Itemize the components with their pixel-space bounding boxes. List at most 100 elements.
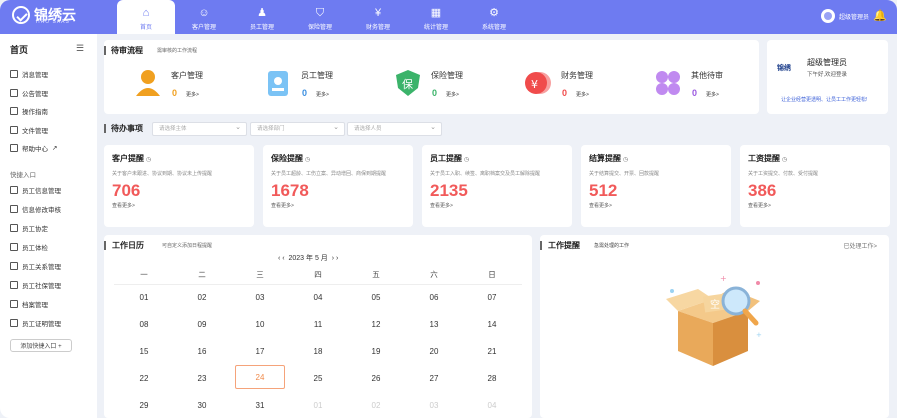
filter-select-1[interactable]: 请选择部门 [250, 122, 345, 136]
calendar-day[interactable]: 18 [289, 340, 347, 362]
nav-item-0[interactable]: ⌂ 首页 [117, 0, 175, 34]
calendar-day[interactable]: 30 [173, 394, 231, 416]
quick-item-icon [10, 300, 18, 308]
calendar-day[interactable]: 14 [463, 313, 521, 335]
prev-month-button[interactable]: ‹ ‹ [278, 255, 285, 262]
calendar-day[interactable]: 07 [463, 286, 521, 308]
nav-item-3[interactable]: ⛉ 保险管理 [291, 0, 349, 34]
bell-icon[interactable]: 🔔 [873, 9, 887, 22]
flow-item-4[interactable]: 其他待审 0 更多> [654, 68, 764, 108]
menu-item-icon [10, 126, 18, 134]
calendar-day[interactable]: 26 [347, 367, 405, 389]
calendar-day[interactable]: 06 [405, 286, 463, 308]
employee-card-icon [264, 68, 292, 98]
calendar-day[interactable]: 09 [173, 313, 231, 335]
calendar-day[interactable]: 05 [347, 286, 405, 308]
clock-icon: ◷ [782, 157, 788, 163]
quick-item-4[interactable]: 员工关系管理 [10, 260, 61, 272]
calendar-day[interactable]: 01 [115, 286, 173, 308]
todo-card-4[interactable]: 工资提醒 ◷ 关于工资提交、付款、受付提醒 386 查看更多> [740, 145, 890, 227]
flow-more-link[interactable]: 更多> [446, 91, 459, 98]
nav-item-2[interactable]: ♟ 员工管理 [233, 0, 291, 34]
calendar-day[interactable]: 11 [289, 313, 347, 335]
calendar-day[interactable]: 31 [231, 394, 289, 416]
calendar-day[interactable]: 02 [347, 394, 405, 416]
calendar-day[interactable]: 10 [231, 313, 289, 335]
quick-item-0[interactable]: 员工信息管理 [10, 184, 61, 196]
menu-fold-icon[interactable]: ☰ [76, 43, 84, 54]
logo-mark-icon [12, 6, 30, 24]
calendar-day[interactable]: 25 [289, 367, 347, 389]
nav-item-4[interactable]: ¥ 财务管理 [349, 0, 407, 34]
calendar-day[interactable]: 22 [115, 367, 173, 389]
quick-item-2[interactable]: 员工协定 [10, 222, 48, 234]
flow-more-link[interactable]: 更多> [316, 91, 329, 98]
sidebar-item-label: 消息管理 [22, 72, 48, 79]
todo-card-2[interactable]: 员工提醒 ◷ 关于员工入职、续签、离职档案交及员工解除提醒 2135 查看更多> [422, 145, 572, 227]
user-menu[interactable]: 超级管理员 [820, 9, 869, 23]
top-bar: 锦绣云 HRO SAAS ⌂ 首页 ☺ 客户管理 ♟ 员工管理 ⛉ 保险管理 ¥ 财务管理 ▦ 统计管… [0, 0, 897, 34]
flow-more-link[interactable]: 更多> [706, 91, 719, 98]
calendar-day[interactable]: 04 [289, 286, 347, 308]
nav-item-5[interactable]: ▦ 统计管理 [407, 0, 465, 34]
calendar-day[interactable]: 28 [463, 367, 521, 389]
calendar-day[interactable]: 20 [405, 340, 463, 362]
calendar-day[interactable]: 13 [405, 313, 463, 335]
todo-card-count: 706 [112, 181, 141, 200]
sidebar-item-1[interactable]: 公告管理 [10, 87, 48, 99]
quick-item-5[interactable]: 员工社保管理 [10, 279, 61, 291]
done-work-link[interactable]: 已处理工作> [843, 241, 877, 250]
insurance-shield-icon: 保 [394, 68, 422, 98]
flow-item-2[interactable]: 保 保险管理 0 更多> [394, 68, 504, 108]
calendar-day[interactable]: 29 [115, 394, 173, 416]
todo-card-more-link[interactable]: 查看更多> [589, 202, 612, 209]
calendar-today[interactable]: 24 [235, 365, 285, 389]
filter-select-2[interactable]: 请选择人员 [347, 122, 442, 136]
todo-card-more-link[interactable]: 查看更多> [748, 202, 771, 209]
calendar-day[interactable]: 27 [405, 367, 463, 389]
quick-item-3[interactable]: 员工体检 [10, 241, 48, 253]
sidebar-item-0[interactable]: 消息管理 [10, 68, 48, 80]
calendar-day[interactable]: 08 [115, 313, 173, 335]
calendar-day[interactable]: 19 [347, 340, 405, 362]
calendar-day[interactable]: 16 [173, 340, 231, 362]
calendar-day[interactable]: 17 [231, 340, 289, 362]
svg-text:+: + [756, 331, 762, 339]
calendar-day[interactable]: 23 [173, 367, 231, 389]
nav-item-6[interactable]: ⚙ 系统管理 [465, 0, 523, 34]
add-quick-entry-button[interactable]: 添加快捷入口 + [10, 339, 72, 352]
flow-item-0[interactable]: 客户管理 0 更多> [134, 68, 244, 108]
sidebar-item-3[interactable]: 文件管理 [10, 124, 48, 136]
filter-select-0[interactable]: 请选择主体 [152, 122, 247, 136]
calendar-day[interactable]: 15 [115, 340, 173, 362]
calendar-day[interactable]: 03 [405, 394, 463, 416]
todo-card-3[interactable]: 结算提醒 ◷ 关于结算提交、开票、回款提醒 512 查看更多> [581, 145, 731, 227]
todo-card-more-link[interactable]: 查看更多> [112, 202, 135, 209]
calendar-day[interactable]: 03 [231, 286, 289, 308]
todo-card-title: 员工提醒 ◷ [430, 153, 469, 164]
calendar-day[interactable]: 12 [347, 313, 405, 335]
quick-item-label: 员工社保管理 [22, 283, 61, 290]
calendar-day[interactable]: 04 [463, 394, 521, 416]
todo-card-more-link[interactable]: 查看更多> [430, 202, 453, 209]
flow-more-link[interactable]: 更多> [576, 91, 589, 98]
sidebar-item-4[interactable]: 帮助中心 ↗ [10, 142, 57, 154]
todo-card-more-link[interactable]: 查看更多> [271, 202, 294, 209]
calendar-day[interactable]: 21 [463, 340, 521, 362]
profile-slogan: 让企业经营更透明、让员工工作更轻松! [781, 97, 868, 103]
flow-item-1[interactable]: 员工管理 0 更多> [264, 68, 374, 108]
quick-item-6[interactable]: 档案管理 [10, 298, 48, 310]
next-month-button[interactable]: › › [332, 255, 339, 262]
todo-card-1[interactable]: 保险提醒 ◷ 关于员工超龄、工伤立案、异动增回、商保到期提醒 1678 查看更多> [263, 145, 413, 227]
sidebar-item-2[interactable]: 操作指南 [10, 105, 48, 117]
weekday-label: 六 [430, 269, 438, 279]
quick-item-7[interactable]: 员工证明管理 [10, 317, 61, 329]
calendar-day[interactable]: 02 [173, 286, 231, 308]
quick-item-1[interactable]: 信息修改审核 [10, 203, 61, 215]
todo-card-0[interactable]: 客户提醒 ◷ 关于客户未跟进、协议到期、协议未上传提醒 706 查看更多> [104, 145, 254, 227]
flow-count: 0 [302, 88, 308, 98]
flow-item-3[interactable]: ¥ 财务管理 0 更多> [524, 68, 634, 108]
nav-item-1[interactable]: ☺ 客户管理 [175, 0, 233, 34]
flow-more-link[interactable]: 更多> [186, 91, 199, 98]
calendar-day[interactable]: 01 [289, 394, 347, 416]
